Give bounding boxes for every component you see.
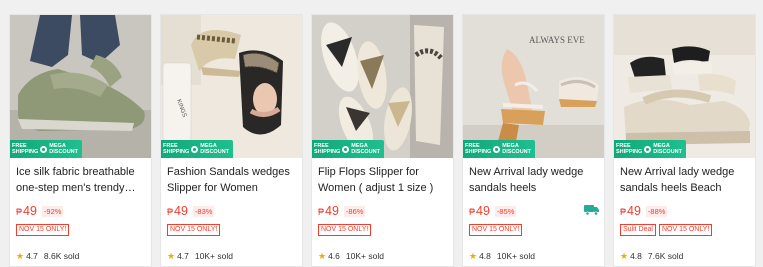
rating-row: ★ 4.7 8.6K sold <box>16 250 79 262</box>
star-icon: ★ <box>620 250 629 261</box>
product-image[interactable]: ALWAYS EVE FREE SHIPPING MEGA DISCOUNT <box>463 15 604 158</box>
tag-list: NOV 15 ONLY! <box>16 224 70 236</box>
discount-badge: -86% <box>343 206 366 217</box>
product-image[interactable]: FREE SHIPPING MEGA DISCOUNT <box>614 15 755 158</box>
promo-separator-icon <box>493 145 501 153</box>
sale-tag: NOV 15 ONLY! <box>658 224 713 236</box>
product-title[interactable]: Ice silk fabric breathable one-step men'… <box>16 164 148 196</box>
shipping-truck-icon <box>584 205 599 216</box>
sold-count: 8.6K sold <box>43 251 80 261</box>
sold-count: 10K+ sold <box>194 251 233 261</box>
sale-tag: NOV 15 ONLY! <box>16 224 70 236</box>
deal-tag: Sulit Deal <box>620 224 656 236</box>
currency-symbol: ₱ <box>16 207 23 217</box>
discount-badge: -85% <box>494 206 517 217</box>
product-image[interactable]: KINGS FREE SHIPPING MEGA DISCOUNT <box>161 15 302 158</box>
star-icon: ★ <box>469 250 478 261</box>
star-icon: ★ <box>16 250 25 261</box>
rating-value: 4.8 <box>479 251 491 261</box>
product-image[interactable]: FREE SHIPPING MEGA DISCOUNT <box>312 15 453 158</box>
promo-badge: FREE SHIPPING MEGA DISCOUNT <box>10 140 83 158</box>
promo-badge: FREE SHIPPING MEGA DISCOUNT <box>614 140 687 158</box>
product-card[interactable]: FREE SHIPPING MEGA DISCOUNT Flip Flops Sli… <box>311 14 454 267</box>
wall-text: ALWAYS EVE <box>529 35 585 45</box>
product-title[interactable]: Fashion Sandals wedges Slipper for Women <box>167 164 299 196</box>
product-price: 49 <box>325 204 339 218</box>
rating-value: 4.7 <box>177 251 189 261</box>
star-icon: ★ <box>318 250 327 261</box>
sale-tag: NOV 15 ONLY! <box>469 224 523 236</box>
promo-separator-icon <box>40 145 48 153</box>
promo-badge: FREE SHIPPING MEGA DISCOUNT <box>161 140 234 158</box>
promo-separator-icon <box>191 145 199 153</box>
sold-count: 10K+ sold <box>496 251 535 261</box>
rating-row: ★ 4.8 7.6K sold <box>620 250 683 262</box>
product-price: 49 <box>627 204 641 218</box>
rating-value: 4.7 <box>26 251 38 261</box>
tag-list: NOV 15 ONLY! <box>469 224 523 236</box>
tag-list: NOV 15 ONLY! <box>167 224 221 236</box>
sold-count: 10K+ sold <box>345 251 384 261</box>
rating-row: ★ 4.6 10K+ sold <box>318 250 384 262</box>
price-row: ₱ 49 -85% <box>469 204 517 220</box>
currency-symbol: ₱ <box>318 207 325 217</box>
rating-row: ★ 4.7 10K+ sold <box>167 250 233 262</box>
promo-separator-icon <box>342 145 350 153</box>
product-row: FREE SHIPPING MEGA DISCOUNT Ice silk fabri… <box>9 14 763 267</box>
currency-symbol: ₱ <box>469 207 476 217</box>
price-row: ₱ 49 -92% <box>16 204 64 220</box>
price-row: ₱ 49 -86% <box>318 204 366 220</box>
product-title[interactable]: Flip Flops Slipper for Women ( adjust 1 … <box>318 164 450 196</box>
currency-symbol: ₱ <box>167 207 174 217</box>
product-card[interactable]: FREE SHIPPING MEGA DISCOUNT New Arrival la… <box>613 14 756 267</box>
sale-tag: NOV 15 ONLY! <box>167 224 221 236</box>
product-title[interactable]: New Arrival lady wedge sandals heels <box>469 164 601 196</box>
product-price: 49 <box>23 204 37 218</box>
rating-value: 4.6 <box>328 251 340 261</box>
product-card[interactable]: FREE SHIPPING MEGA DISCOUNT Ice silk fabri… <box>9 14 152 267</box>
product-price: 49 <box>174 204 188 218</box>
discount-badge: -92% <box>41 206 64 217</box>
product-card[interactable]: KINGS FREE SHIPPING MEGA DISCOUNT Fashion … <box>160 14 303 267</box>
product-image[interactable]: FREE SHIPPING MEGA DISCOUNT <box>10 15 151 158</box>
product-title[interactable]: New Arrival lady wedge sandals heels Bea… <box>620 164 752 196</box>
price-row: ₱ 49 -83% <box>167 204 215 220</box>
sale-tag: NOV 15 ONLY! <box>318 224 372 236</box>
price-row: ₱ 49 -88% <box>620 204 668 220</box>
currency-symbol: ₱ <box>620 207 627 217</box>
sold-count: 7.6K sold <box>647 251 684 261</box>
tag-list: Sulit Deal NOV 15 ONLY! <box>620 224 713 236</box>
rating-value: 4.8 <box>630 251 642 261</box>
tag-list: NOV 15 ONLY! <box>318 224 372 236</box>
discount-badge: -83% <box>192 206 215 217</box>
rating-row: ★ 4.8 10K+ sold <box>469 250 535 262</box>
product-card[interactable]: ALWAYS EVE FREE SHIPPING MEGA DISCOUNT New… <box>462 14 605 267</box>
star-icon: ★ <box>167 250 176 261</box>
promo-badge: FREE SHIPPING MEGA DISCOUNT <box>463 140 536 158</box>
promo-badge: FREE SHIPPING MEGA DISCOUNT <box>312 140 385 158</box>
discount-badge: -88% <box>645 206 668 217</box>
product-price: 49 <box>476 204 490 218</box>
promo-separator-icon <box>644 145 652 153</box>
